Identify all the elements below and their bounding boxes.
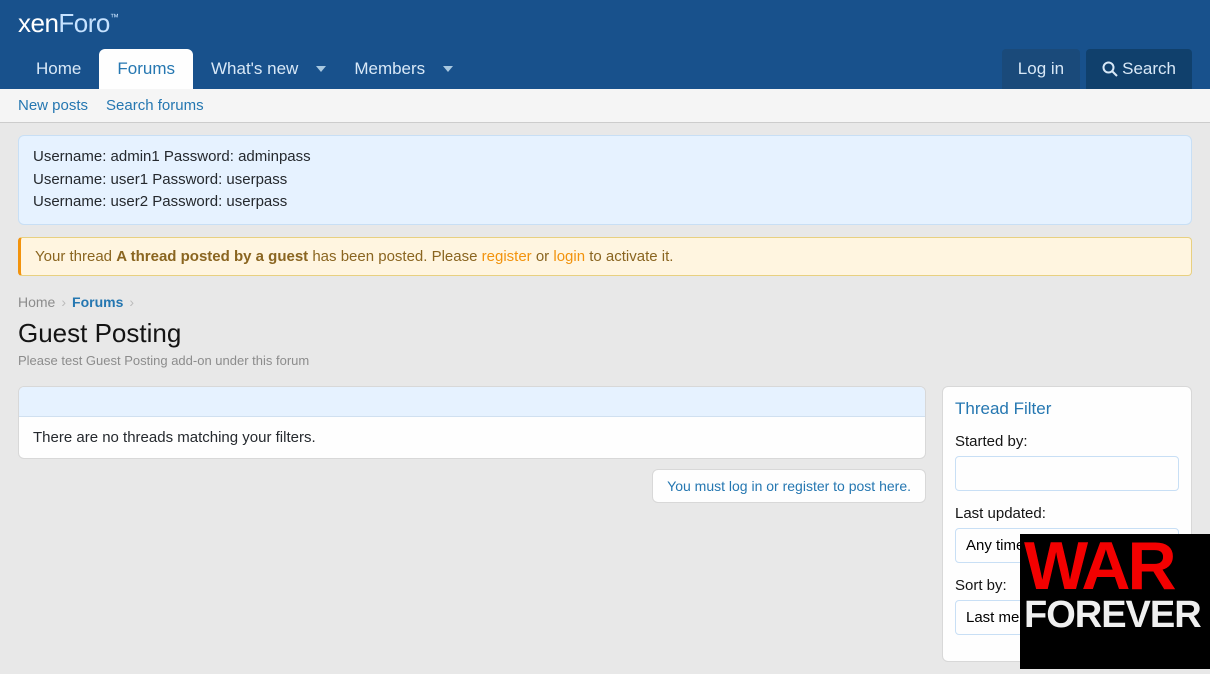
search-icon bbox=[1102, 61, 1118, 77]
breadcrumb-home[interactable]: Home bbox=[18, 294, 55, 310]
chevron-down-icon bbox=[316, 66, 326, 72]
logo-part-1: xen bbox=[18, 8, 58, 38]
started-by-input[interactable] bbox=[955, 456, 1179, 491]
login-button[interactable]: Log in bbox=[1002, 49, 1080, 89]
threads-block: There are no threads matching your filte… bbox=[18, 386, 926, 459]
nav-forums[interactable]: Forums bbox=[99, 49, 193, 89]
breadcrumb: Home › Forums › bbox=[18, 294, 1192, 310]
login-notice-wrap: You must log in or register to post here… bbox=[18, 469, 926, 503]
nav-members[interactable]: Members bbox=[336, 49, 443, 89]
logo-tm: ™ bbox=[110, 12, 119, 22]
breadcrumb-forums[interactable]: Forums bbox=[72, 294, 123, 310]
threads-block-header bbox=[19, 387, 925, 417]
nav-members-dropdown[interactable] bbox=[433, 49, 463, 89]
chevron-down-icon bbox=[443, 66, 453, 72]
header: xenForo™ Home Forums What's new Members … bbox=[0, 0, 1210, 89]
credentials-box: Username: admin1 Password: adminpass Use… bbox=[18, 135, 1192, 225]
credential-line: Username: user1 Password: userpass bbox=[33, 169, 1177, 192]
logo-part-2: Foro bbox=[58, 8, 109, 38]
ad-line-1: WAR bbox=[1020, 534, 1210, 596]
threads-empty-message: There are no threads matching your filte… bbox=[19, 417, 925, 458]
alert-login-link[interactable]: login bbox=[553, 248, 585, 265]
subnav: New posts Search forums bbox=[0, 89, 1210, 123]
alert-box: Your thread A thread posted by a guest h… bbox=[18, 237, 1192, 276]
nav-whatsnew[interactable]: What's new bbox=[193, 49, 316, 89]
nav-whatsnew-dropdown[interactable] bbox=[306, 49, 336, 89]
alert-thread-title: A thread posted by a guest bbox=[116, 248, 308, 265]
nav-home[interactable]: Home bbox=[18, 49, 99, 89]
credential-line: Username: admin1 Password: adminpass bbox=[33, 146, 1177, 169]
search-button[interactable]: Search bbox=[1086, 49, 1192, 89]
corner-ad[interactable]: WAR FOREVER bbox=[1020, 534, 1210, 669]
alert-register-link[interactable]: register bbox=[482, 248, 532, 265]
navbar: Home Forums What's new Members Log in Se… bbox=[0, 49, 1210, 89]
subnav-search-forums[interactable]: Search forums bbox=[106, 97, 204, 114]
page-title: Guest Posting bbox=[18, 318, 1192, 349]
subnav-new-posts[interactable]: New posts bbox=[18, 97, 88, 114]
login-to-post-button[interactable]: You must log in or register to post here… bbox=[652, 469, 926, 503]
page-desc: Please test Guest Posting add-on under t… bbox=[18, 353, 1192, 368]
chevron-right-icon: › bbox=[61, 294, 66, 310]
logo[interactable]: xenForo™ bbox=[0, 0, 1210, 49]
filter-title: Thread Filter bbox=[955, 399, 1179, 419]
chevron-right-icon: › bbox=[129, 294, 134, 310]
credential-line: Username: user2 Password: userpass bbox=[33, 191, 1177, 214]
main-column: There are no threads matching your filte… bbox=[18, 386, 926, 503]
started-by-label: Started by: bbox=[955, 433, 1179, 450]
last-updated-label: Last updated: bbox=[955, 505, 1179, 522]
